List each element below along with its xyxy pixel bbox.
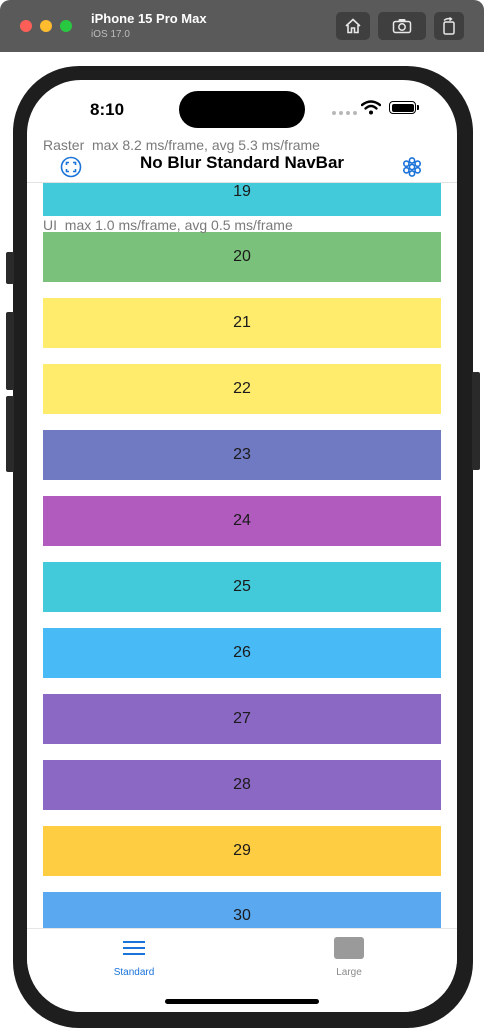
page-title: No Blur Standard NavBar [139, 153, 345, 172]
power-button[interactable] [472, 372, 480, 470]
volume-up-button[interactable] [6, 312, 14, 390]
list-item[interactable]: 24 [43, 496, 441, 546]
volume-down-button[interactable] [6, 396, 14, 472]
tab-label: Standard [113, 967, 155, 978]
tab-large[interactable]: Large [299, 929, 399, 985]
list-item[interactable]: 25 [43, 562, 441, 612]
action-button[interactable] [6, 252, 14, 284]
rotate-icon [443, 17, 455, 35]
list-item[interactable]: 26 [43, 628, 441, 678]
scroll-list[interactable]: 19 20 21 22 23 24 25 26 27 28 29 30 [27, 80, 457, 930]
tab-bar: Standard Large [27, 928, 457, 1012]
home-icon [345, 18, 361, 34]
list-item[interactable]: 29 [43, 826, 441, 876]
device-screen: 19 20 21 22 23 24 25 26 27 28 29 30 8:10… [27, 80, 457, 1012]
close-window-button[interactable] [20, 20, 32, 32]
screenshot-icon [392, 19, 412, 34]
list-item[interactable]: 21 [43, 298, 441, 348]
square-icon [334, 937, 364, 959]
home-indicator[interactable] [165, 999, 319, 1004]
navigation-bar: No Blur Standard NavBar [27, 152, 457, 183]
list-item[interactable]: 19 [43, 183, 441, 216]
device-name: iPhone 15 Pro Max [91, 11, 207, 26]
zoom-window-button[interactable] [60, 20, 72, 32]
list-item[interactable]: 28 [43, 760, 441, 810]
os-version: iOS 17.0 [91, 29, 130, 40]
minimize-window-button[interactable] [40, 20, 52, 32]
list-item[interactable]: 22 [43, 364, 441, 414]
list-item[interactable]: 23 [43, 430, 441, 480]
ui-perf-overlay: UI max 1.0 ms/frame, avg 0.5 ms/frame [43, 217, 293, 233]
simulator-title-bar: iPhone 15 Pro Max iOS 17.0 [0, 0, 484, 52]
list-item[interactable]: 20 [43, 232, 441, 282]
rotate-button[interactable] [434, 12, 464, 40]
list-item[interactable]: 30 [43, 892, 441, 928]
raster-perf-overlay: Raster max 8.2 ms/frame, avg 5.3 ms/fram… [43, 137, 320, 153]
list-item[interactable]: 27 [43, 694, 441, 744]
menu-icon [123, 941, 145, 955]
tab-standard[interactable]: Standard [84, 929, 184, 985]
flower-icon[interactable] [401, 156, 423, 178]
home-button[interactable] [336, 12, 370, 40]
tab-label: Large [336, 967, 362, 978]
screenshot-button[interactable] [378, 12, 426, 40]
